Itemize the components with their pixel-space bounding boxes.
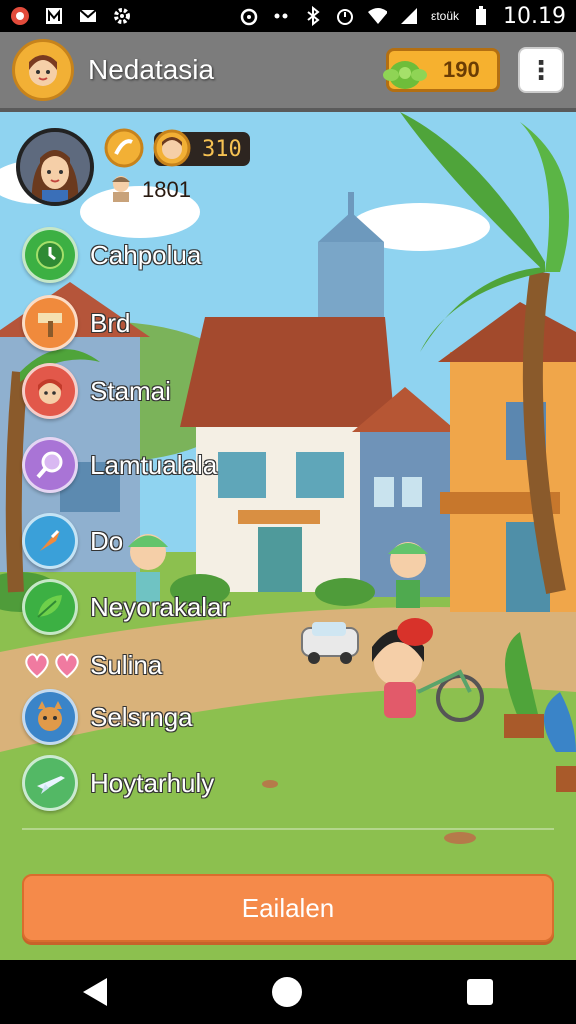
menu-item-label: Selsrnga	[90, 701, 193, 732]
status-bar: εtoük 10.19	[0, 0, 576, 32]
clock-time: 10.19	[503, 3, 566, 29]
menu-item-sulina[interactable]: Sulina	[22, 636, 162, 694]
clock-icon	[22, 227, 78, 283]
app-icon	[10, 6, 30, 26]
menu-item-selsrnga[interactable]: Selsrnga	[22, 688, 193, 746]
leaf-icon	[22, 579, 78, 635]
shovel-icon	[22, 513, 78, 569]
hammer-icon	[22, 295, 78, 351]
recent-apps-icon[interactable]	[467, 979, 494, 1005]
town-logo-avatar[interactable]	[12, 39, 74, 101]
character-face-icon	[152, 128, 192, 173]
menu-item-label: Cahpolua	[90, 239, 202, 270]
menu-item-lamtualala[interactable]: Lamtualala	[22, 436, 217, 494]
menu-item-do[interactable]: Do	[22, 512, 123, 570]
hearts-icon	[22, 637, 82, 693]
coin-value: 190	[443, 57, 480, 82]
population-value: 1801	[142, 176, 191, 202]
menu-item-label: Do	[90, 525, 124, 556]
notification-icon	[44, 6, 64, 26]
wifi-icon	[367, 6, 387, 26]
person-icon	[106, 172, 136, 207]
menu-item-label: Stamai	[90, 375, 171, 406]
magnifier-icon	[22, 437, 78, 493]
dots-icon	[271, 6, 291, 26]
more-options-button[interactable]: ⋮	[518, 47, 564, 93]
medal-icon[interactable]	[102, 128, 146, 173]
menu-item-label: Hoytarhuly	[90, 767, 215, 798]
home-icon[interactable]	[271, 977, 302, 1007]
coin-counter[interactable]: 190	[383, 48, 500, 92]
cat-icon	[22, 689, 78, 745]
bluetooth-icon	[303, 6, 323, 26]
menu-item-label: Lamtualala	[90, 449, 218, 480]
menu-item-hoytarhuly[interactable]: Hoytarhuly	[22, 754, 214, 812]
menu-item-label: Sulina	[90, 649, 163, 680]
navigation-bar	[0, 960, 576, 1024]
back-icon[interactable]	[82, 978, 107, 1006]
signal-icon	[399, 6, 419, 26]
menu-item-neyorakalar[interactable]: Neyorakalar	[22, 578, 230, 636]
population-stat: 1801	[106, 172, 191, 207]
menu-item-stamai[interactable]: Stamai	[22, 362, 171, 420]
menu-item-cahpolua[interactable]: Cahpolua	[22, 226, 201, 284]
primary-action-label: Eailalen	[241, 892, 335, 923]
coin-bag-icon	[381, 53, 429, 98]
mail-icon	[78, 6, 98, 26]
menu-item-label: Neyorakalar	[90, 591, 231, 622]
divider	[22, 828, 554, 830]
menu-item-label: Brd	[90, 307, 131, 338]
alarm-icon	[239, 6, 259, 26]
level-badge[interactable]: 310	[153, 129, 250, 167]
level-value: 310	[202, 136, 242, 162]
primary-action-button[interactable]: Eailalen	[22, 874, 554, 942]
town-name: Nedatasia	[88, 54, 215, 85]
player-avatar[interactable]	[16, 128, 94, 206]
top-bar: Nedatasia 190 ⋮	[0, 32, 576, 112]
battery-icon	[471, 6, 491, 26]
network-text: εtoük	[430, 9, 460, 23]
settings-icon	[112, 6, 132, 26]
plane-icon	[22, 755, 78, 811]
character-icon	[22, 363, 78, 419]
menu-item-brd[interactable]: Brd	[22, 294, 130, 352]
timer-icon	[335, 6, 355, 26]
